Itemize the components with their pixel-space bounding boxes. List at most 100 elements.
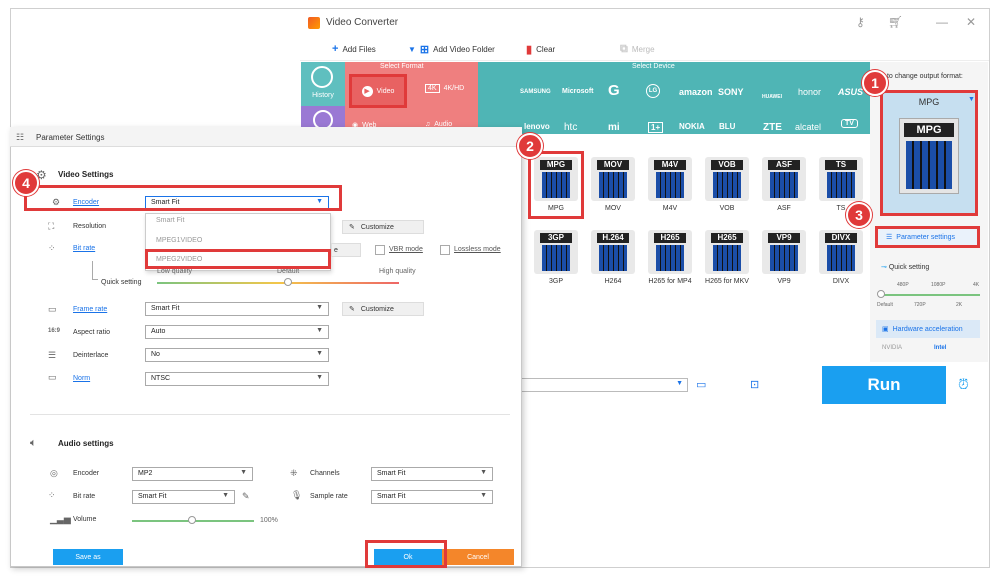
merge-icon: ⧉: [620, 43, 628, 55]
select-format-label: Select Format: [380, 63, 424, 70]
tick-1080p: 1080P: [931, 282, 946, 288]
audio-bitrate-label: Bit rate: [73, 493, 96, 500]
frame-rate-select[interactable]: Smart Fit ▼: [145, 302, 329, 316]
format-tile[interactable]: H265 H265 for MKV: [701, 230, 753, 285]
bitrate-label[interactable]: Bit rate: [73, 245, 95, 252]
app-title: Video Converter: [326, 17, 399, 28]
brand-asus[interactable]: ASUS: [838, 87, 863, 97]
alarm-clock-icon[interactable]: ⏰︎: [958, 376, 969, 393]
vbr-mode-checkbox[interactable]: [375, 245, 385, 255]
encoder-option[interactable]: MPEG1VIDEO: [156, 237, 202, 244]
clear-button[interactable]: ▮ Clear: [526, 43, 555, 56]
film-icon: [542, 245, 570, 271]
brand-blu[interactable]: BLU: [719, 122, 735, 131]
quick-setting-handle[interactable]: [877, 290, 885, 298]
lossless-mode-checkbox[interactable]: [440, 245, 450, 255]
vbr-mode-label[interactable]: VBR mode: [389, 246, 423, 253]
hd-category-button[interactable]: 4K 4K/HD: [425, 84, 464, 93]
intel-chip[interactable]: Intel: [934, 345, 946, 351]
audio-bitrate-select[interactable]: Smart Fit ▼: [132, 490, 235, 504]
merge-button[interactable]: ⧉ Merge: [620, 43, 655, 56]
brand-tv[interactable]: TV: [841, 119, 858, 128]
pencil-icon[interactable]: ✎: [242, 491, 250, 502]
deinterlace-label: Deinterlace: [73, 352, 109, 359]
format-thumbnail: M4V: [648, 157, 692, 201]
cart-icon[interactable]: 🛒︎: [888, 15, 903, 29]
add-files-button[interactable]: + Add Files: [332, 43, 376, 55]
encoder-option[interactable]: Smart Fit: [156, 217, 184, 224]
add-video-folder-button[interactable]: ▼ ⊞ Add Video Folder: [408, 43, 495, 56]
format-tile[interactable]: H265 H265 for MP4: [644, 230, 696, 285]
chevron-down-icon[interactable]: ▼: [968, 96, 975, 103]
video-category-button[interactable]: ▶ Video: [349, 74, 407, 108]
brand-nokia[interactable]: NOKIA: [679, 122, 705, 131]
sample-rate-select[interactable]: Smart Fit ▼: [371, 490, 493, 504]
brand-oneplus[interactable]: 1+: [648, 122, 664, 133]
run-button[interactable]: Run: [822, 366, 946, 404]
volume-bars-icon: ▁▃▅: [50, 514, 71, 524]
annotation-badge: 2: [517, 133, 543, 159]
quick-setting-track[interactable]: [880, 294, 980, 296]
hardware-acceleration-button[interactable]: ▣ Hardware acceleration: [876, 320, 980, 338]
cancel-button[interactable]: Cancel: [442, 549, 514, 565]
film-icon: [770, 245, 798, 271]
brand-google[interactable]: G: [608, 82, 620, 99]
output-folder-dropdown[interactable]: ▼: [520, 378, 688, 392]
brand-htc[interactable]: htc: [564, 122, 577, 133]
brand-sony[interactable]: SONY: [718, 87, 744, 97]
folder-plus-icon: ⊞: [419, 44, 430, 56]
norm-select[interactable]: NTSC ▼: [145, 372, 329, 386]
title-bar: Video Converter ⚷ 🛒︎ — ✕: [300, 9, 989, 37]
format-tile[interactable]: VOB VOB: [701, 157, 753, 212]
quality-slider-handle[interactable]: [284, 278, 292, 286]
deinterlace-select[interactable]: No ▼: [145, 348, 329, 362]
brand-zte[interactable]: ZTE: [763, 122, 782, 133]
open-folder-icon[interactable]: ⊡: [750, 378, 759, 391]
format-tile[interactable]: H.264 H264: [587, 230, 639, 285]
film-icon: [827, 172, 855, 198]
format-tile[interactable]: ASF ASF: [758, 157, 810, 212]
frame-rate-label[interactable]: Frame rate: [73, 306, 107, 313]
lossless-mode-label[interactable]: Lossless mode: [454, 246, 501, 253]
volume-slider-handle[interactable]: [188, 516, 196, 524]
brand-honor[interactable]: honor: [798, 87, 821, 97]
save-as-button[interactable]: Save as: [53, 549, 123, 565]
history-button[interactable]: History: [301, 62, 345, 106]
nvidia-chip[interactable]: NVIDIA: [882, 345, 902, 351]
parameter-settings-button[interactable]: ☰ Parameter settings: [875, 226, 980, 248]
channels-select[interactable]: Smart Fit ▼: [371, 467, 493, 481]
chevron-down-icon: ▼: [480, 492, 487, 499]
film-icon: [906, 141, 952, 189]
format-thumbnail: DIVX: [819, 230, 863, 274]
close-icon[interactable]: ✕: [966, 15, 976, 29]
format-thumbnail: H.264: [591, 230, 635, 274]
resolution-customize-button[interactable]: ✎ Customize: [342, 220, 424, 234]
frame-rate-customize-button[interactable]: ✎ Customize: [342, 302, 424, 316]
brand-lg[interactable]: LG: [646, 84, 660, 98]
brand-alcatel[interactable]: alcatel: [795, 122, 821, 132]
key-icon[interactable]: ⚷: [856, 15, 865, 29]
brand-huawei[interactable]: HUAWEI: [762, 94, 782, 100]
minimize-icon[interactable]: —: [936, 15, 948, 29]
bitrate-customize-button[interactable]: e: [331, 243, 361, 257]
brand-lenovo[interactable]: lenovo: [524, 122, 550, 131]
format-tile[interactable]: DIVX DIVX: [815, 230, 867, 285]
norm-icon: ▭: [48, 372, 57, 382]
brand-amazon[interactable]: amazon: [679, 87, 713, 97]
norm-label[interactable]: Norm: [73, 375, 90, 382]
audio-encoder-select[interactable]: MP2 ▼: [132, 467, 253, 481]
quality-slider-track[interactable]: [157, 282, 399, 284]
aspect-ratio-select[interactable]: Auto ▼: [145, 325, 329, 339]
format-tile[interactable]: M4V M4V: [644, 157, 696, 212]
format-thumbnail: H265: [705, 230, 749, 274]
format-thumbnail: 3GP: [534, 230, 578, 274]
brand-xiaomi[interactable]: mi: [608, 122, 620, 133]
folder-icon[interactable]: ▭: [696, 378, 706, 391]
brand-samsung[interactable]: SAMSUNG: [520, 89, 551, 95]
annotation-box-mpeg2: [145, 249, 331, 269]
format-tile[interactable]: VP9 VP9: [758, 230, 810, 285]
format-tile[interactable]: 3GP 3GP: [530, 230, 582, 285]
format-label: DIVX: [832, 278, 850, 285]
format-tile[interactable]: MOV MOV: [587, 157, 639, 212]
brand-microsoft[interactable]: Microsoft: [562, 88, 594, 95]
